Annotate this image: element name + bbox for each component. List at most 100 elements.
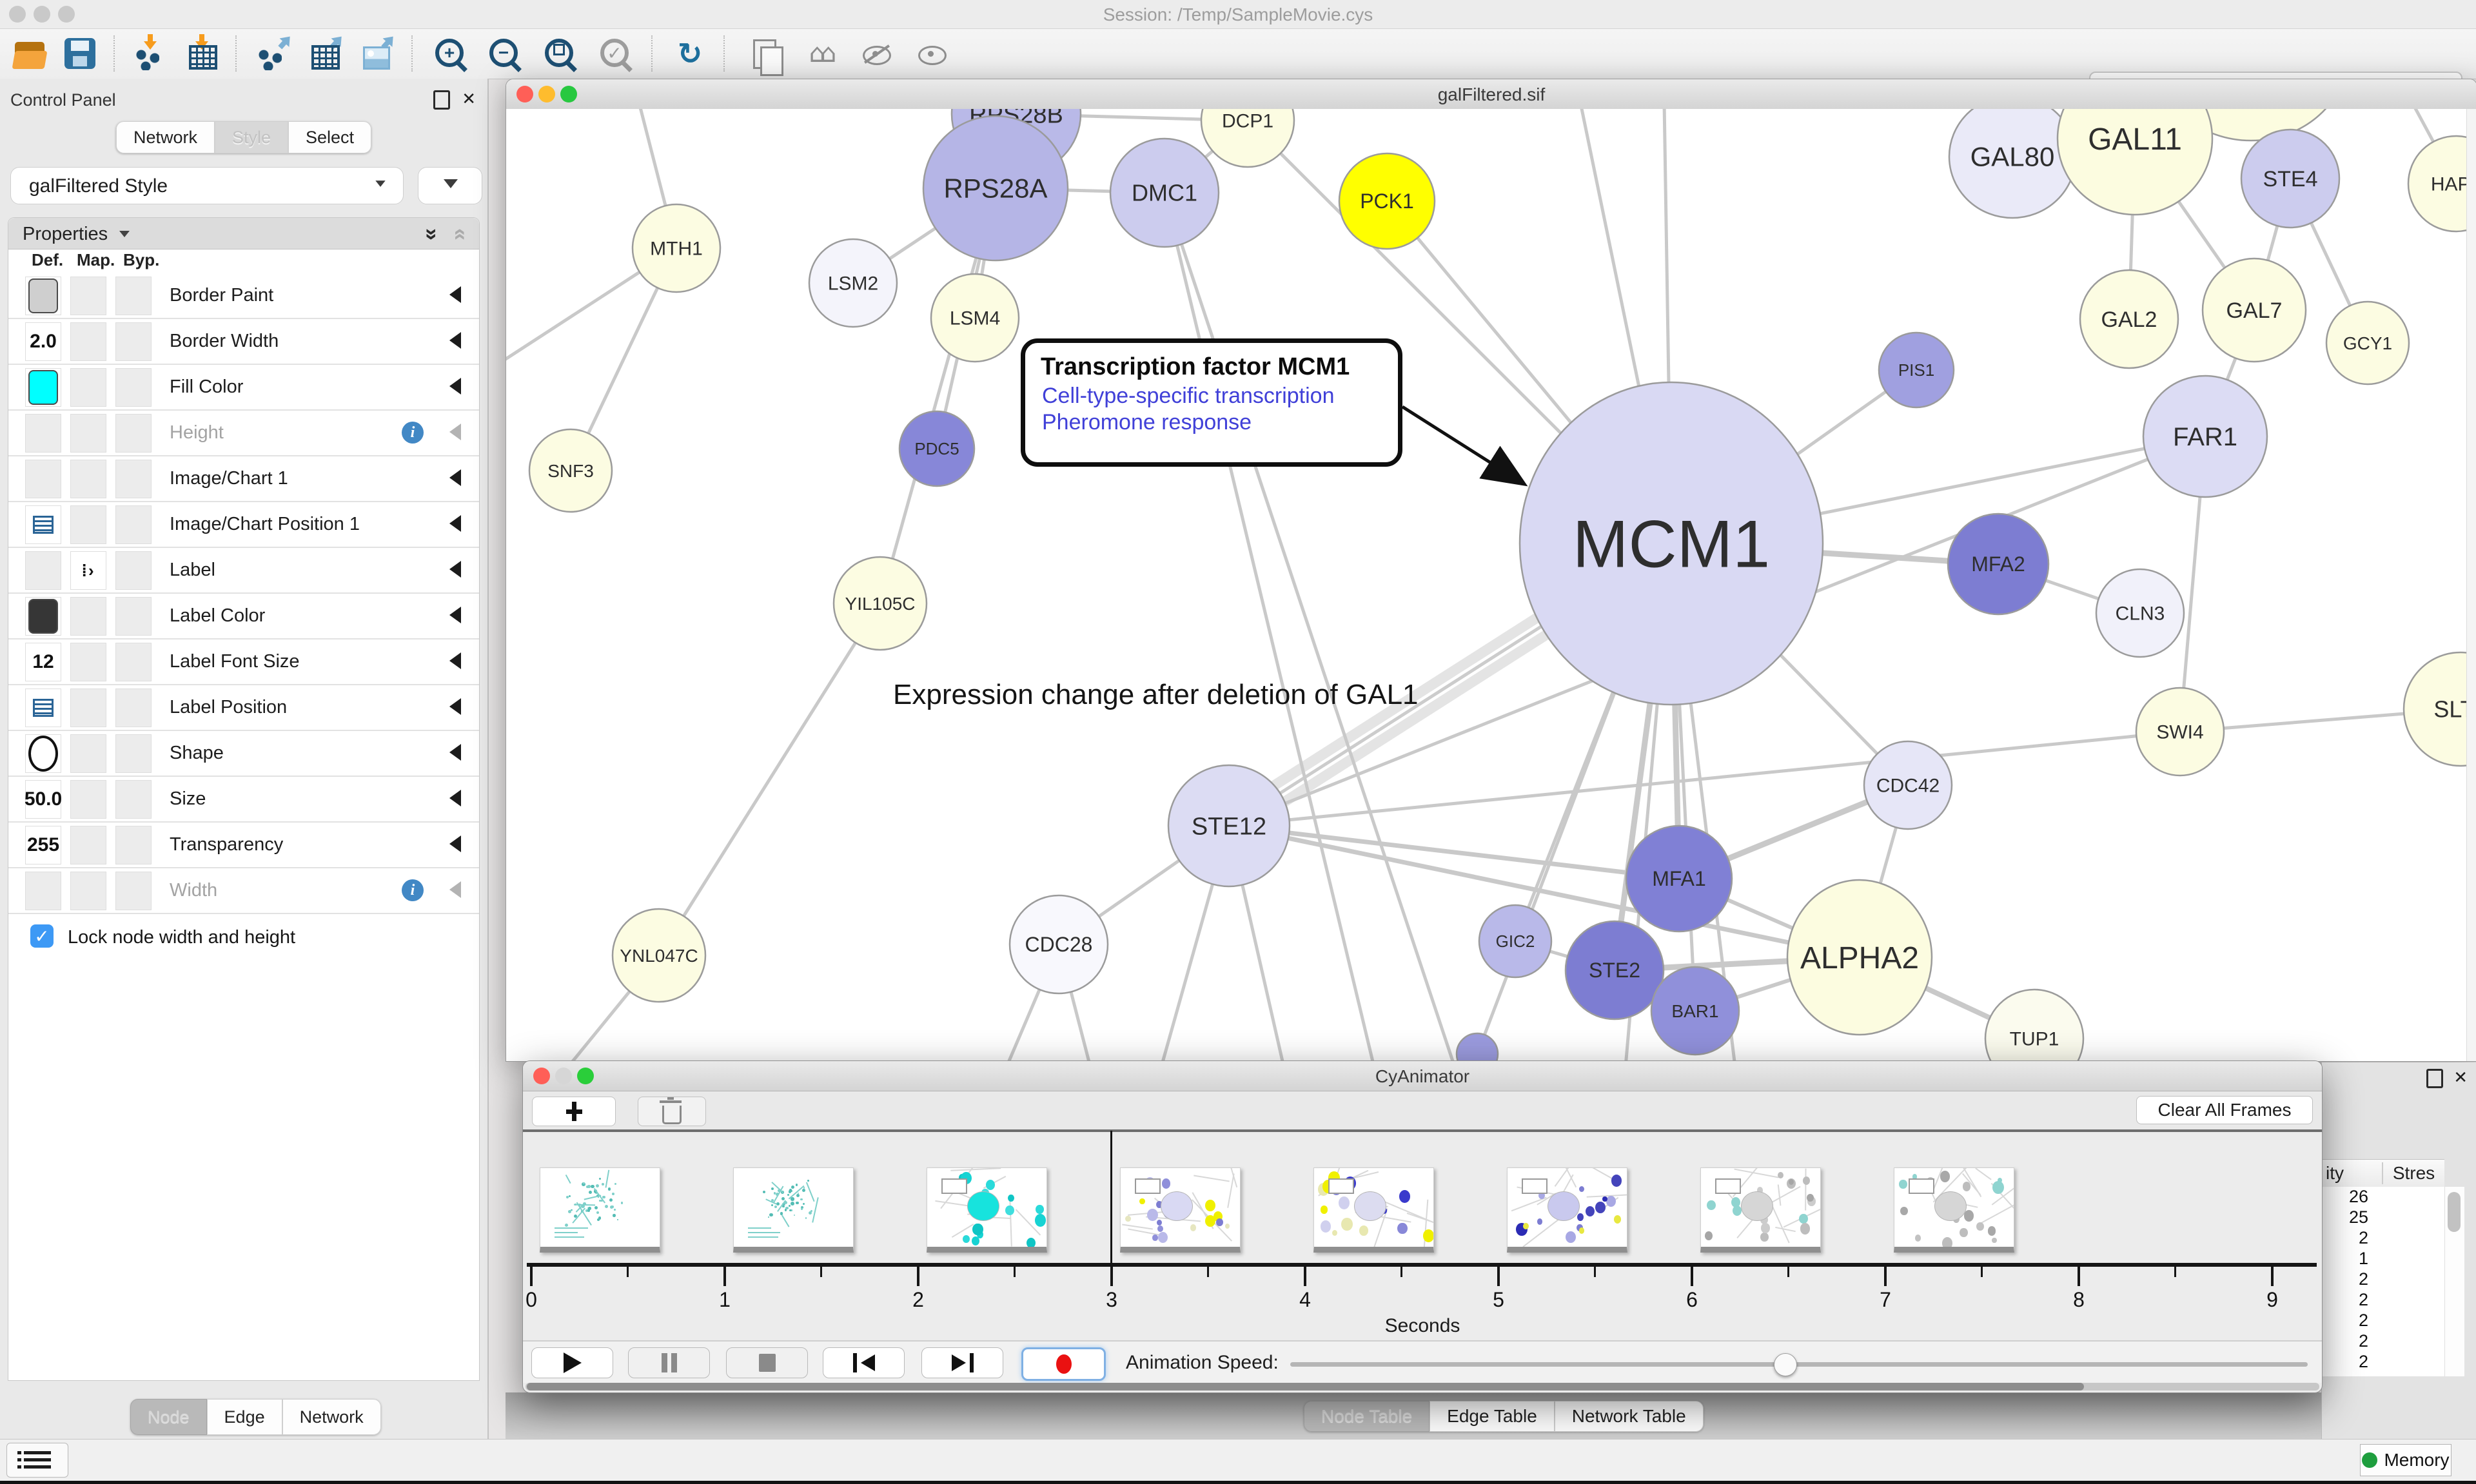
- network-node-LSM2[interactable]: LSM2: [809, 239, 897, 327]
- tab-edge[interactable]: Edge: [207, 1399, 282, 1435]
- property-cell[interactable]: [25, 551, 61, 590]
- property-cell[interactable]: [115, 734, 152, 773]
- memory-button[interactable]: Memory: [2360, 1444, 2451, 1476]
- network-node-PCK1[interactable]: PCK1: [1339, 153, 1435, 249]
- property-row-image-chart-1[interactable]: Image/Chart 1: [8, 456, 479, 502]
- annotation-link[interactable]: Pheromone response: [1042, 410, 1398, 435]
- refresh-layout-icon[interactable]: ↻: [672, 35, 708, 72]
- delete-frame-button[interactable]: [638, 1097, 706, 1126]
- table-cell-value[interactable]: 2: [2322, 1352, 2368, 1372]
- table-cell-value[interactable]: 26: [2322, 1187, 2368, 1207]
- skip-to-end-button[interactable]: [921, 1347, 1003, 1378]
- annotation-callout[interactable]: Transcription factor MCM1 Cell-type-spec…: [1021, 338, 1402, 467]
- expand-row-icon[interactable]: [449, 378, 461, 395]
- network-node-SWI4[interactable]: SWI4: [2136, 688, 2224, 776]
- tab-edge-table[interactable]: Edge Table: [1430, 1401, 1555, 1432]
- speed-slider-track[interactable]: [1290, 1362, 2308, 1367]
- add-frame-button[interactable]: [532, 1097, 616, 1126]
- property-cell[interactable]: 12: [25, 643, 61, 681]
- table-vscrollbar[interactable]: [2444, 1187, 2464, 1376]
- network-node-TUP1[interactable]: TUP1: [1985, 990, 2083, 1060]
- stop-button[interactable]: [726, 1347, 808, 1378]
- property-cell[interactable]: [70, 780, 106, 819]
- property-cell[interactable]: [25, 277, 61, 315]
- table-cell-value[interactable]: 2: [2322, 1331, 2368, 1352]
- network-node-LSM4[interactable]: LSM4: [931, 274, 1019, 362]
- cyanimator-titlebar[interactable]: CyAnimator: [523, 1061, 2322, 1091]
- network-canvas[interactable]: RPS28BDCP1RPS28ADMC1PCK1MTH1LSM2LSM4SNF3…: [506, 109, 2466, 1060]
- expand-row-icon[interactable]: [449, 286, 461, 303]
- network-node-GAL2[interactable]: GAL2: [2080, 270, 2178, 368]
- network-snapshot-icon[interactable]: [747, 35, 783, 72]
- expand-row-icon[interactable]: [449, 790, 461, 806]
- properties-header[interactable]: Properties » »: [8, 218, 479, 249]
- network-node-SNF3[interactable]: SNF3: [529, 429, 612, 512]
- float-panel-icon[interactable]: [433, 90, 450, 110]
- show-details-icon[interactable]: [913, 35, 949, 72]
- property-cell[interactable]: [70, 277, 106, 315]
- property-cell[interactable]: [115, 643, 152, 681]
- property-row-height[interactable]: Heighti: [8, 411, 479, 456]
- network-node-STE4[interactable]: STE4: [2241, 130, 2339, 228]
- expand-row-icon[interactable]: [449, 424, 461, 440]
- animation-frame-3[interactable]: [1120, 1167, 1241, 1253]
- property-cell[interactable]: [70, 872, 106, 910]
- record-button[interactable]: [1021, 1347, 1106, 1381]
- property-cell[interactable]: [70, 597, 106, 636]
- expand-row-icon[interactable]: [449, 652, 461, 669]
- table-cell-value[interactable]: 25: [2322, 1207, 2368, 1228]
- animation-frame-4[interactable]: [1313, 1167, 1434, 1253]
- animation-frame-2[interactable]: [927, 1167, 1047, 1253]
- timeline-hscrollbar[interactable]: [526, 1383, 2319, 1391]
- import-table-icon[interactable]: [184, 35, 220, 72]
- network-node-MCM1[interactable]: MCM1: [1520, 382, 1823, 705]
- network-node-CDC28[interactable]: CDC28: [1010, 895, 1108, 993]
- expand-row-icon[interactable]: [449, 469, 461, 486]
- property-cell[interactable]: [115, 460, 152, 498]
- property-cell[interactable]: [70, 322, 106, 361]
- property-cell[interactable]: [25, 872, 61, 910]
- property-cell[interactable]: [115, 872, 152, 910]
- property-cell[interactable]: [70, 734, 106, 773]
- pause-button[interactable]: [628, 1347, 710, 1378]
- speed-slider-thumb[interactable]: [1774, 1353, 1797, 1376]
- tab-style[interactable]: Style: [215, 121, 288, 153]
- style-options-button[interactable]: [418, 167, 482, 204]
- network-window-titlebar[interactable]: galFiltered.sif: [506, 79, 2476, 110]
- expand-row-icon[interactable]: [449, 881, 461, 898]
- export-network-icon[interactable]: [255, 35, 291, 72]
- property-cell[interactable]: 255: [25, 826, 61, 864]
- expand-row-icon[interactable]: [449, 332, 461, 349]
- property-cell[interactable]: [115, 277, 152, 315]
- property-cell[interactable]: [25, 414, 61, 453]
- info-icon[interactable]: i: [402, 422, 424, 444]
- property-cell[interactable]: [115, 688, 152, 727]
- expand-row-icon[interactable]: [449, 698, 461, 715]
- status-list-button[interactable]: [6, 1443, 68, 1478]
- property-row-border-width[interactable]: 2.0Border Width: [8, 319, 479, 365]
- expand-row-icon[interactable]: [449, 515, 461, 532]
- property-row-label-position[interactable]: Label Position: [8, 685, 479, 731]
- import-network-icon[interactable]: [132, 35, 168, 72]
- network-node-CLN3[interactable]: CLN3: [2096, 569, 2184, 657]
- property-cell[interactable]: [115, 551, 152, 590]
- export-image-icon[interactable]: [358, 35, 394, 72]
- zoom-in-icon[interactable]: +: [431, 35, 467, 72]
- property-row-transparency[interactable]: 255Transparency: [8, 823, 479, 868]
- table-cell-value[interactable]: 2: [2322, 1269, 2368, 1290]
- network-node-PDC5[interactable]: PDC5: [899, 411, 974, 486]
- close-panel-icon[interactable]: ✕: [2453, 1068, 2468, 1088]
- property-cell[interactable]: [70, 826, 106, 864]
- clear-all-frames-button[interactable]: Clear All Frames: [2136, 1096, 2313, 1124]
- property-row-fill-color[interactable]: Fill Color: [8, 365, 479, 411]
- property-cell[interactable]: [115, 322, 152, 361]
- network-node-CDC42[interactable]: CDC42: [1864, 741, 1952, 829]
- tab-select[interactable]: Select: [288, 121, 371, 153]
- property-cell[interactable]: [25, 597, 61, 636]
- network-node-DMC1[interactable]: DMC1: [1110, 139, 1219, 247]
- property-row-image-chart-position-1[interactable]: Image/Chart Position 1: [8, 502, 479, 548]
- network-node-NSM[interactable]: [1457, 1033, 1498, 1060]
- property-cell[interactable]: [70, 414, 106, 453]
- network-node-GIC2[interactable]: GIC2: [1479, 905, 1551, 977]
- expand-all-icon[interactable]: »: [419, 228, 444, 240]
